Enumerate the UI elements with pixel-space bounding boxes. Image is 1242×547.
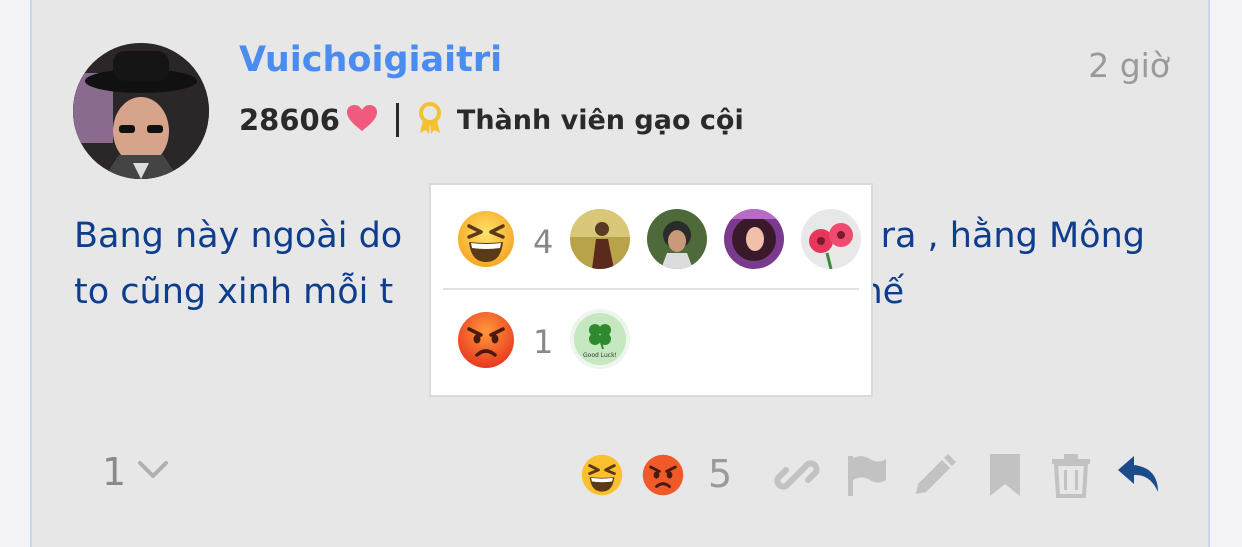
post-card: Vuichoigiaitri 2 giờ 28606 Thành viên gạ… — [30, 0, 1210, 547]
flag-icon[interactable] — [844, 452, 890, 498]
username-link[interactable]: Vuichoigiaitri — [239, 40, 502, 80]
reaction-laugh-icon[interactable] — [581, 454, 623, 496]
heart-icon — [346, 104, 378, 136]
avatar-image — [73, 43, 209, 179]
grinning-squinting-face-icon — [458, 211, 514, 267]
post-time[interactable]: 2 giờ — [1088, 46, 1170, 85]
reactor-avatar-3[interactable] — [724, 209, 784, 269]
reactor-avatar-4[interactable] — [801, 209, 861, 269]
good-luck-text: Good Luck! — [583, 352, 617, 359]
meta-separator — [395, 103, 399, 137]
reactor-avatar-2[interactable] — [647, 209, 707, 269]
reactor-avatar-1[interactable] — [570, 209, 630, 269]
user-points: 28606 — [239, 103, 340, 137]
reaction-count-laugh: 4 — [533, 223, 554, 261]
user-avatar[interactable] — [73, 43, 209, 179]
angry-face-icon — [458, 312, 514, 368]
reaction-total[interactable]: 5 — [708, 452, 732, 496]
link-icon[interactable] — [774, 452, 820, 498]
reply-icon[interactable] — [1116, 452, 1162, 498]
reaction-row-angry: 1 Good Luck! — [431, 289, 871, 389]
trash-icon[interactable] — [1048, 452, 1094, 498]
reactions-popup: 4 1 Good Luck! — [429, 183, 873, 397]
user-meta: 28606 Thành viên gạo cội — [239, 96, 744, 144]
medal-icon — [417, 101, 443, 139]
reactor-avatar-5[interactable]: Good Luck! — [570, 309, 630, 369]
user-rank-title: Thành viên gạo cội — [456, 104, 744, 136]
edit-icon[interactable] — [912, 452, 958, 498]
reaction-row-laugh: 4 — [431, 185, 871, 285]
chevron-down-icon[interactable] — [137, 460, 169, 480]
reaction-angry-icon[interactable] — [642, 454, 684, 496]
bookmark-icon[interactable] — [982, 452, 1028, 498]
reaction-count-angry: 1 — [533, 323, 554, 361]
reply-count[interactable]: 1 — [102, 450, 126, 494]
